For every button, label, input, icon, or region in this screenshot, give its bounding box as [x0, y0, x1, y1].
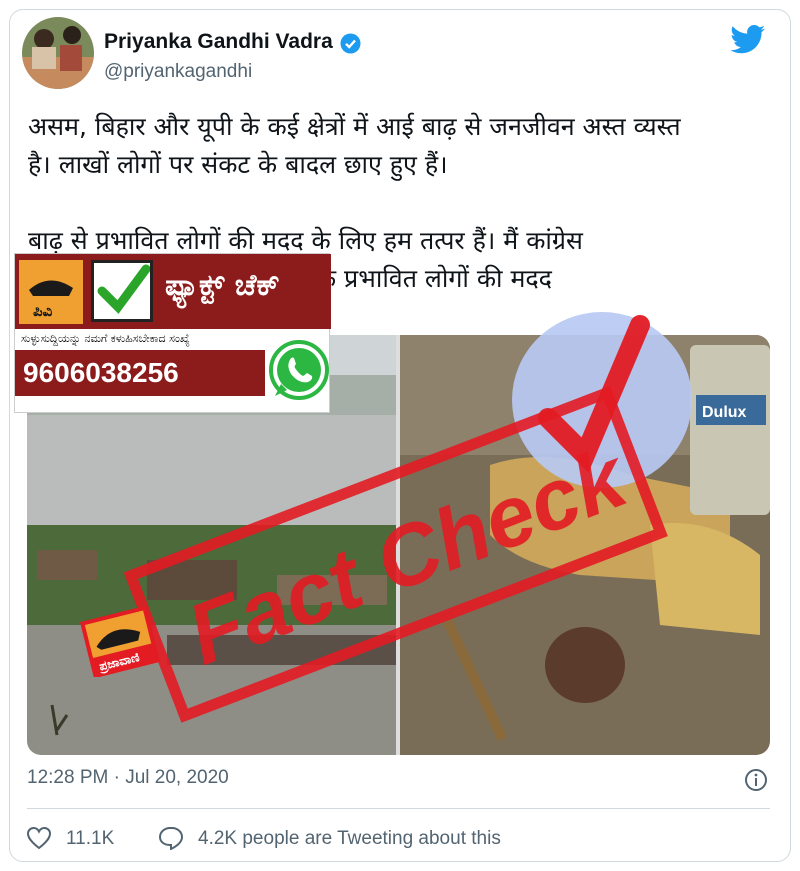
handle[interactable]: @priyankagandhi	[104, 61, 252, 83]
avatar[interactable]	[22, 17, 94, 89]
logo-text: ಪಿವಿ	[33, 302, 53, 320]
svg-text:Dulux: Dulux	[702, 404, 747, 421]
tweet-timestamp[interactable]: 12:28 PM · Jul 20, 2020	[27, 767, 229, 789]
prajavani-badge: ಪ್ರಜಾವಾಣಿ	[79, 605, 161, 679]
stamp-circle	[512, 312, 692, 488]
like-count[interactable]: 11.1K	[66, 828, 114, 850]
divider	[27, 808, 770, 809]
check-mark-icon	[91, 260, 153, 322]
info-icon[interactable]	[744, 768, 768, 792]
factcheck-banner: ಪಿವಿ ಫ್ಯಾಕ್ಟ್ ಚೆಕ್ ಸುಳ್ಳುಸುದ್ದಿಯನ್ನು ನಮಗ…	[14, 253, 331, 413]
factcheck-subtitle: ಸುಳ್ಳುಸುದ್ದಿಯನ್ನು ನಮಗೆ ಕಳುಹಿಸಬೇಕಾದ ಸಂಖ್ಯ…	[21, 332, 190, 345]
factcheck-title: ಫ್ಯಾಕ್ಟ್ ಚೆಕ್	[165, 268, 280, 303]
heart-icon[interactable]	[26, 826, 52, 850]
prajavani-logo: ಪಿವಿ	[19, 260, 83, 324]
tweet-paragraph: असम, बिहार और यूपी के कई क्षेत्रों में आ…	[28, 112, 681, 179]
factcheck-phone: 9606038256	[23, 357, 179, 388]
whatsapp-icon	[267, 338, 331, 402]
conversation-text[interactable]: 4.2K people are Tweeting about this	[198, 828, 501, 850]
speech-bubble-icon[interactable]	[158, 826, 184, 851]
verified-icon	[340, 33, 361, 54]
display-name[interactable]: Priyanka Gandhi Vadra	[104, 30, 333, 54]
twitter-bird-icon[interactable]	[730, 25, 766, 55]
